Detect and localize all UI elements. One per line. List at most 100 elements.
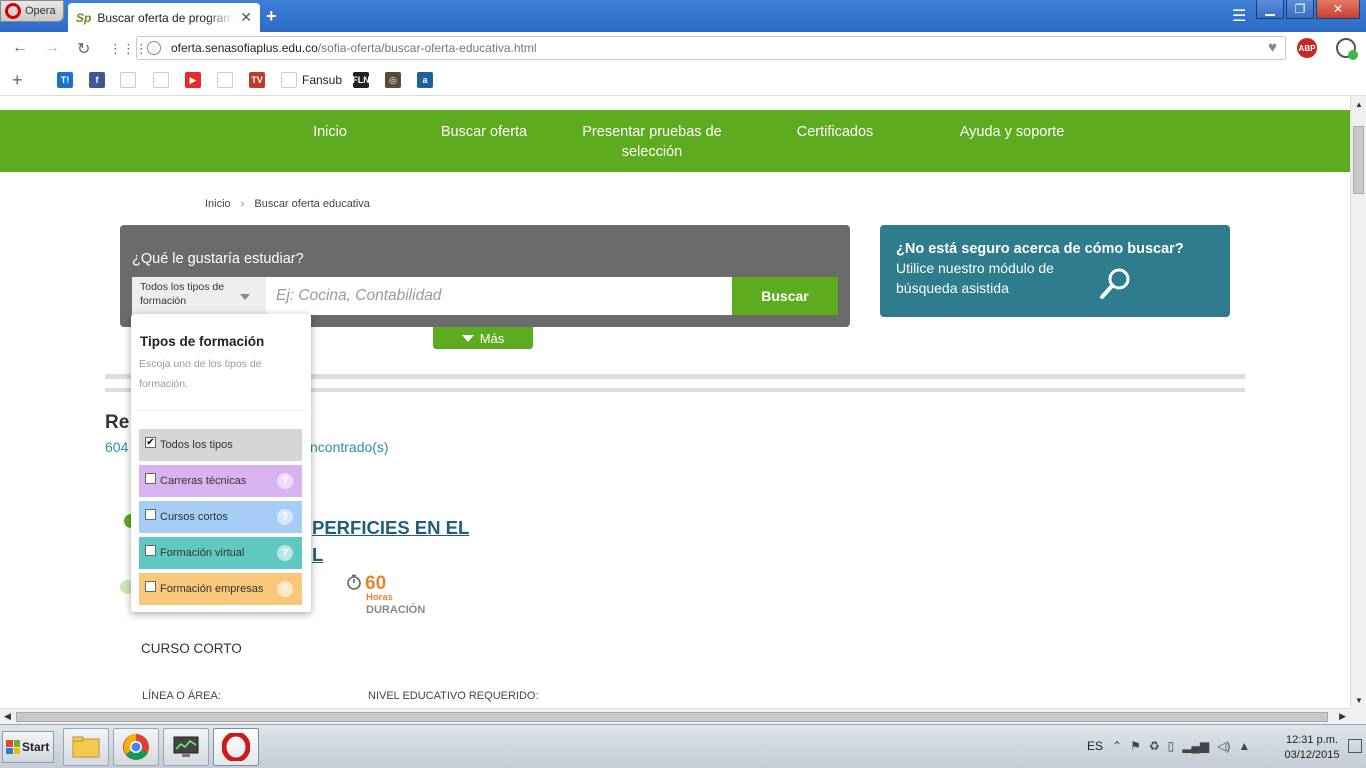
taskbar-monitor[interactable] xyxy=(163,728,209,766)
help-question-icon[interactable]: ? xyxy=(277,509,293,525)
formation-option[interactable]: Carreras técnicas? xyxy=(139,465,302,497)
help-title: ¿No está seguro acerca de cómo buscar? xyxy=(896,241,1184,257)
horizontal-scrollbar[interactable]: ◀ ▶ xyxy=(0,708,1350,724)
breadcrumb-home-link[interactable]: Inicio xyxy=(205,198,231,210)
formation-option[interactable]: Formación virtual? xyxy=(139,537,302,569)
system-tray: ⌃ ⚑ ♻ ▯ ▂▄▆ ◁) ▲ xyxy=(1112,739,1250,753)
windows-icon[interactable] xyxy=(120,72,136,88)
bookmarks-bar: + T! f ▶ TV FLN ◎ a Fansub xyxy=(0,64,1366,96)
help-question-icon[interactable]: ? xyxy=(277,473,293,489)
vertical-scroll-thumb[interactable] xyxy=(1353,126,1364,194)
address-bar-row: ← → ↻ ⋮⋮⋮ ◌ oferta.senasofiaplus.edu.co … xyxy=(0,32,1366,64)
window-controls: ▁ ❐ ✕ xyxy=(1256,0,1360,19)
add-bookmark-icon[interactable]: + xyxy=(12,70,23,91)
taskbar-opera[interactable] xyxy=(213,728,259,766)
adblock-plus-icon[interactable]: ABP xyxy=(1297,38,1317,58)
scroll-right-icon[interactable]: ▶ xyxy=(1339,711,1346,722)
tab-menu-icon[interactable]: ☰ xyxy=(1232,6,1246,26)
browser-tab[interactable]: Sp Buscar oferta de programas ✕ xyxy=(68,3,260,32)
formation-option[interactable]: Cursos cortos? xyxy=(139,501,302,533)
url-field[interactable]: ◌ oferta.senasofiaplus.edu.co /sofia-ofe… xyxy=(136,36,1286,60)
triangle-down-icon xyxy=(461,334,474,342)
tray-volume-icon[interactable]: ◁) xyxy=(1217,739,1230,753)
tab-close-icon[interactable]: ✕ xyxy=(240,9,252,26)
instagram-icon[interactable]: ◎ xyxy=(385,72,401,88)
youtube-icon[interactable]: ▶ xyxy=(185,72,201,88)
opera-menu-button[interactable]: Opera xyxy=(0,0,64,22)
breadcrumb-current: Buscar oferta educativa xyxy=(254,198,370,210)
reload-icon[interactable]: ↻ xyxy=(77,39,90,59)
assisted-search-panel[interactable]: ¿No está seguro acerca de cómo buscar? U… xyxy=(880,225,1230,317)
help-question-icon[interactable]: ? xyxy=(277,581,293,597)
new-tab-icon[interactable]: + xyxy=(266,6,277,27)
vertical-scrollbar[interactable]: ▲ ▼ xyxy=(1350,96,1366,708)
dropdown-title: Tipos de formación xyxy=(140,334,265,349)
windows-taskbar: Start ES ⌃ ⚑ ♻ ▯ ▂▄▆ ◁) ▲ 12:31 p.m. 03/… xyxy=(0,724,1366,768)
option-label: Cursos cortos xyxy=(160,511,228,523)
extension-icon[interactable] xyxy=(1336,38,1358,60)
facebook-icon[interactable]: f xyxy=(89,72,105,88)
close-window-button[interactable]: ✕ xyxy=(1316,0,1360,19)
nav-item-inicio[interactable]: Inicio xyxy=(300,122,360,142)
bookmark-folder-label[interactable]: Fansub xyxy=(302,73,342,87)
minimize-button[interactable]: ▁ xyxy=(1256,0,1284,19)
tray-expand-icon[interactable]: ⌃ xyxy=(1112,739,1122,753)
formation-type-select[interactable]: Todos los tipos de formación xyxy=(132,277,266,315)
scroll-up-icon[interactable]: ▲ xyxy=(1351,96,1366,112)
folder-icon[interactable] xyxy=(281,72,297,88)
tray-battery-icon[interactable]: ▯ xyxy=(1168,739,1175,753)
tray-recycle-icon[interactable]: ♻ xyxy=(1149,739,1160,753)
start-label: Start xyxy=(22,740,50,754)
course-title-link[interactable]: PERFICIES EN EL L xyxy=(312,514,469,568)
taskbar-explorer[interactable] xyxy=(63,728,109,766)
language-indicator[interactable]: ES xyxy=(1087,739,1103,753)
option-checkbox[interactable]: ✔ xyxy=(145,436,156,448)
course-title-line-2: L xyxy=(312,544,324,565)
chevron-down-icon xyxy=(240,294,250,300)
clock-time: 12:31 p.m. xyxy=(1286,734,1338,746)
t-icon[interactable]: T! xyxy=(57,72,73,88)
restore-button[interactable]: ❐ xyxy=(1286,0,1314,19)
tray-drive-icon[interactable]: ▲ xyxy=(1238,739,1250,753)
option-checkbox[interactable] xyxy=(145,544,156,556)
duration-unit: Horas xyxy=(366,592,393,603)
results-found-text: ncontrado(s) xyxy=(310,439,389,455)
taskbar-chrome[interactable] xyxy=(113,728,159,766)
formation-option[interactable]: Formación empresas? xyxy=(139,573,302,605)
show-desktop-icon[interactable] xyxy=(1348,739,1362,753)
tray-flag-icon[interactable]: ⚑ xyxy=(1130,739,1141,753)
document-icon[interactable] xyxy=(217,72,233,88)
search-button[interactable]: Buscar xyxy=(732,277,838,315)
scroll-down-icon[interactable]: ▼ xyxy=(1351,692,1366,708)
bookmark-heart-icon[interactable]: ♥ xyxy=(1268,39,1277,56)
nav-item-ayuda[interactable]: Ayuda y soporte xyxy=(950,122,1074,142)
nav-item-buscar-oferta[interactable]: Buscar oferta xyxy=(432,122,536,142)
start-button[interactable]: Start xyxy=(2,731,54,763)
line-area-label: LÍNEA O ÁREA: xyxy=(142,690,221,702)
option-label: Todos los tipos xyxy=(160,439,233,451)
formation-option[interactable]: ✔ Todos los tipos xyxy=(139,429,302,461)
nav-item-presentar-pruebas[interactable]: Presentar pruebas de selección xyxy=(578,122,726,162)
results-count: 604 xyxy=(105,439,129,455)
twitter-icon[interactable] xyxy=(153,72,169,88)
horizontal-scroll-thumb[interactable] xyxy=(16,712,1328,722)
option-checkbox[interactable] xyxy=(145,472,156,484)
a-icon[interactable]: a xyxy=(417,72,433,88)
tray-network-icon[interactable]: ▂▄▆ xyxy=(1182,739,1209,753)
tray-clock[interactable]: 12:31 p.m. 03/12/2015 xyxy=(1280,733,1344,763)
dropdown-divider xyxy=(137,410,305,411)
nav-item-certificados[interactable]: Certificados xyxy=(790,122,880,142)
search-question: ¿Qué le gustaría estudiar? xyxy=(132,251,304,267)
option-checkbox[interactable] xyxy=(145,580,156,592)
search-input[interactable] xyxy=(266,277,732,315)
option-checkbox[interactable] xyxy=(145,508,156,520)
course-type: CURSO CORTO xyxy=(141,641,242,656)
scroll-left-icon[interactable]: ◀ xyxy=(4,711,11,722)
forward-icon[interactable]: → xyxy=(44,39,60,57)
fln-icon[interactable]: FLN xyxy=(352,72,370,88)
back-icon[interactable]: ← xyxy=(12,39,28,57)
site-info-icon[interactable]: ◌ xyxy=(147,41,161,55)
more-options-button[interactable]: Más xyxy=(433,327,533,349)
tv-icon[interactable]: TV xyxy=(249,72,265,88)
help-question-icon[interactable]: ? xyxy=(277,545,293,561)
